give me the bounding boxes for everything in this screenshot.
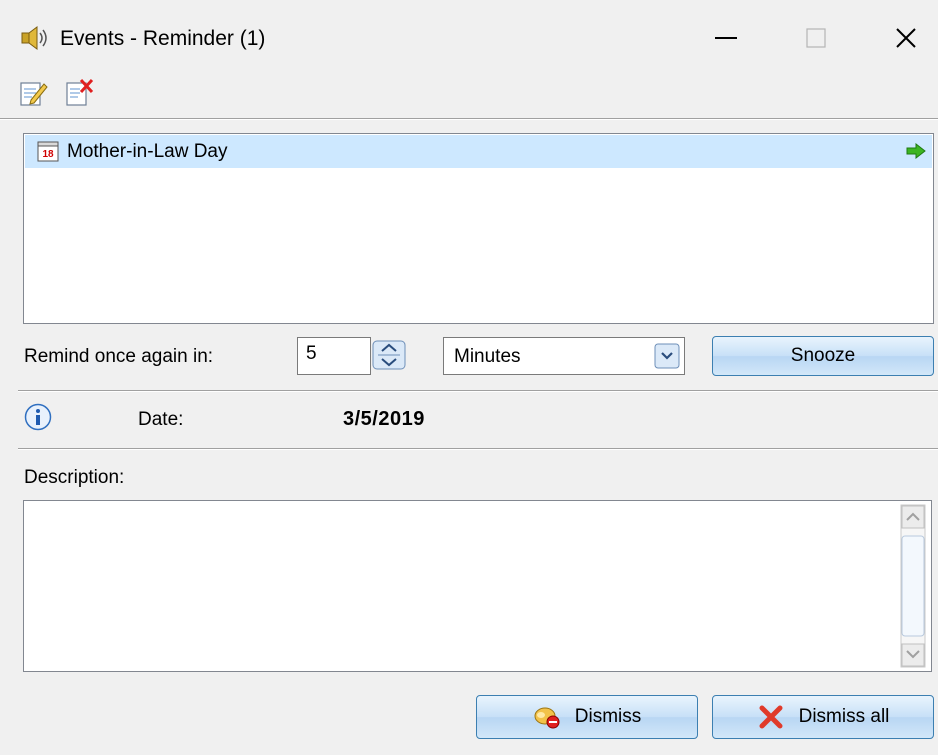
- window-title: Events - Reminder (1): [60, 27, 266, 50]
- separator-bottom: [18, 448, 938, 450]
- delete-note-icon: [66, 78, 94, 106]
- info-icon: [24, 403, 52, 431]
- chevron-down-icon[interactable]: [654, 343, 680, 369]
- dismiss-all-button-label: Dismiss all: [798, 706, 890, 727]
- remind-amount-field[interactable]: [297, 337, 371, 375]
- description-label: Description:: [24, 467, 125, 488]
- event-row[interactable]: 18 Mother-in-Law Day: [25, 135, 932, 168]
- event-title: Mother-in-Law Day: [67, 141, 228, 162]
- date-label: Date:: [138, 409, 184, 430]
- green-arrow-icon[interactable]: [906, 143, 926, 159]
- toolbar: [0, 70, 938, 116]
- event-list[interactable]: 18 Mother-in-Law Day: [23, 133, 934, 324]
- maximize-icon: [806, 28, 826, 48]
- speaker-icon: [21, 26, 47, 50]
- minimize-icon: [715, 37, 737, 39]
- dismiss-button-label: Dismiss: [574, 706, 642, 727]
- description-field[interactable]: [23, 500, 932, 672]
- maximize-button[interactable]: [790, 20, 842, 56]
- remind-label: Remind once again in:: [24, 346, 214, 367]
- dismiss-button[interactable]: Dismiss: [476, 695, 698, 739]
- snooze-button[interactable]: Snooze: [712, 336, 934, 376]
- close-button[interactable]: [880, 20, 932, 56]
- calendar-day: 18: [42, 149, 54, 160]
- close-icon: [896, 28, 916, 48]
- calendar-icon: 18: [37, 141, 59, 162]
- delete-event-button[interactable]: [64, 78, 94, 108]
- red-x-icon: [759, 705, 783, 729]
- dismiss-bell-icon: [534, 707, 560, 729]
- remind-unit-value: Minutes: [454, 346, 521, 367]
- dismiss-all-button[interactable]: Dismiss all: [712, 695, 934, 739]
- toolbar-separator: [0, 118, 938, 120]
- minimize-button[interactable]: [700, 20, 752, 56]
- separator-top: [18, 390, 938, 392]
- edit-event-button[interactable]: [18, 78, 48, 108]
- snooze-button-label: Snooze: [790, 345, 856, 366]
- date-value: 3/5/2019: [343, 408, 425, 430]
- spin-updown-icon[interactable]: [372, 340, 406, 370]
- remind-amount-input[interactable]: [298, 338, 361, 370]
- scrollbar[interactable]: [895, 503, 929, 669]
- edit-note-icon: [20, 82, 48, 106]
- remind-unit-select[interactable]: Minutes: [443, 337, 685, 375]
- title-bar[interactable]: Events - Reminder (1): [0, 0, 938, 70]
